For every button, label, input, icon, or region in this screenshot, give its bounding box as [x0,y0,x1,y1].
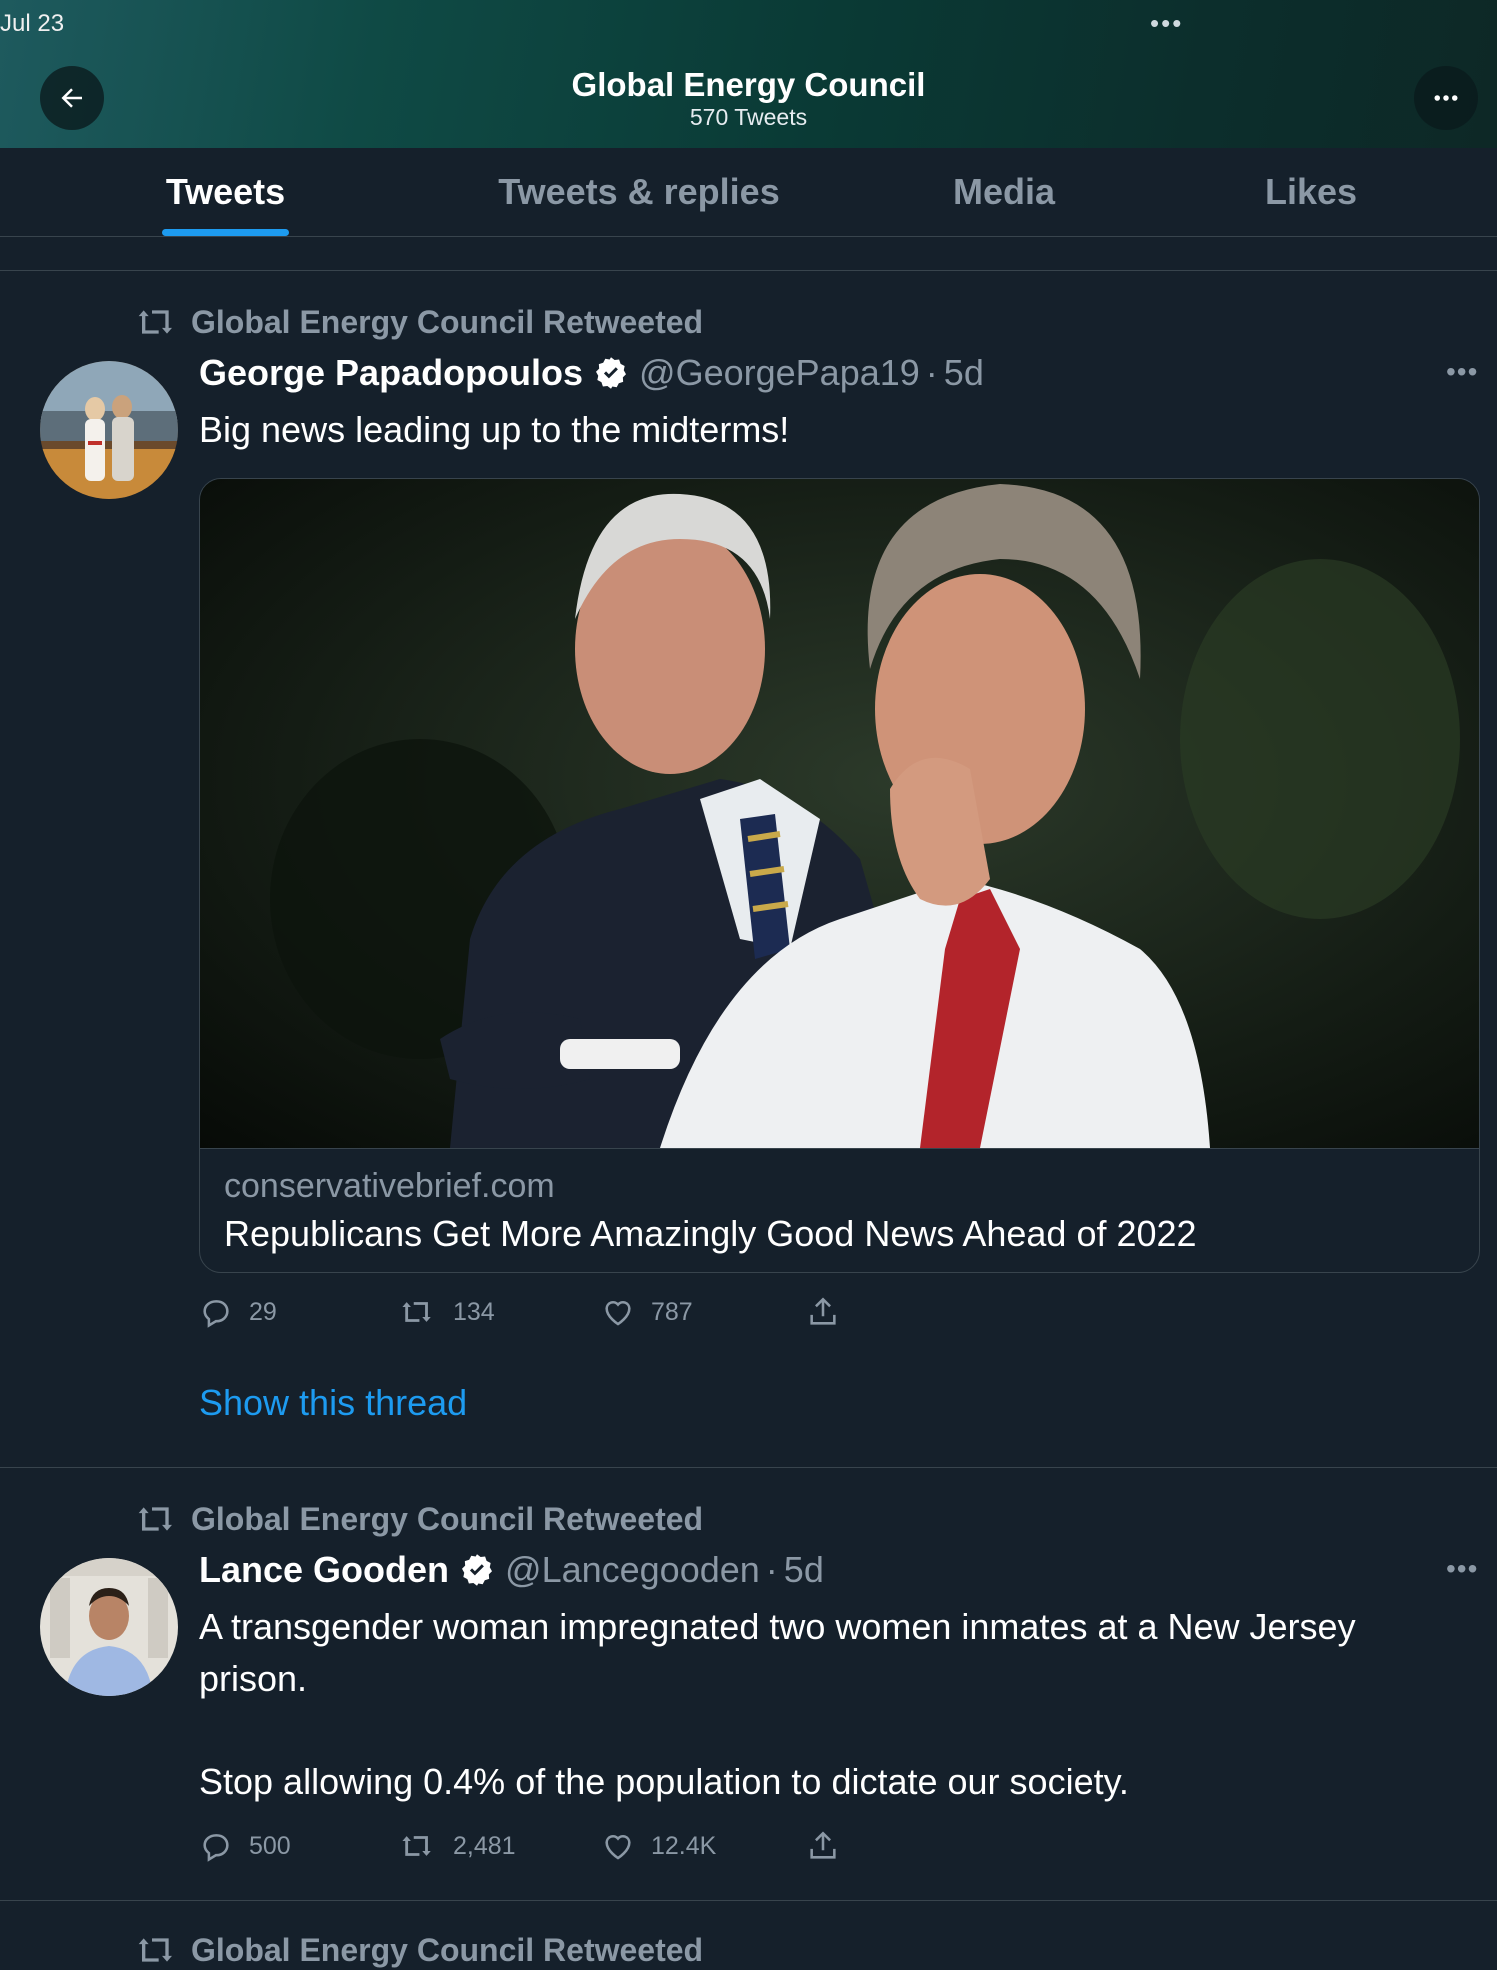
reply-button[interactable]: 29 [199,1295,399,1329]
tab-tweets[interactable]: Tweets [150,148,301,236]
tweet-author-row: Lance Gooden @Lancegooden · 5d [199,1549,824,1591]
retweet-context: Global Energy Council Retweeted [135,302,703,342]
profile-tabs: Tweets Tweets & replies Media Likes [0,148,1497,237]
retweet-label: Global Energy Council Retweeted [191,1500,704,1537]
tab-tweets-replies[interactable]: Tweets & replies [480,148,798,236]
author-handle[interactable]: @Lancegooden [505,1549,760,1591]
retweet-icon [138,310,172,334]
status-date: Jul 23 [0,10,65,37]
avatar[interactable] [40,1558,178,1696]
share-button[interactable] [806,1829,856,1863]
reply-icon [203,1300,229,1328]
tweet-text: Stop allowing 0.4% of the population to … [199,1761,1129,1802]
reply-count: 29 [249,1297,277,1326]
card-title: Republicans Get More Amazingly Good News… [224,1213,1197,1254]
like-count: 12.4K [651,1831,717,1860]
link-card[interactable]: conservativebrief.com Republicans Get Mo… [199,478,1480,1273]
profile-header: Jul 23 ••• Global Energy Council 570 Twe… [0,0,1497,148]
author-name[interactable]: George Papadopoulos [199,352,583,394]
separator-dot: · [925,352,938,393]
reply-button[interactable]: 500 [199,1829,399,1863]
reply-icon [203,1834,229,1862]
separator-dot: · [765,1549,778,1590]
divider [0,270,1497,271]
tweet-actions: 29 134 787 [199,1295,856,1329]
heart-icon [605,1300,631,1326]
tweet-time[interactable]: 5d [944,352,984,394]
avatar[interactable] [40,361,178,499]
tweet-more-icon[interactable]: ••• [1446,1553,1478,1585]
tweet-author-row: George Papadopoulos @GeorgePapa19 · 5d [199,352,984,394]
retweet-icon [402,1302,431,1322]
author-handle[interactable]: @GeorgePapa19 [639,352,920,394]
show-thread-link[interactable]: Show this thread [199,1382,467,1424]
retweet-button[interactable]: 134 [399,1295,601,1329]
tweet-more-icon[interactable]: ••• [1446,356,1478,388]
retweet-icon [138,1938,172,1962]
like-button[interactable]: 12.4K [601,1829,806,1863]
share-icon [810,1831,836,1859]
retweet-button[interactable]: 2,481 [399,1829,601,1863]
retweet-context: Global Energy Council Retweeted [135,1930,703,1970]
verified-badge-icon [596,357,627,389]
tab-media[interactable]: Media [930,148,1078,236]
share-icon [810,1297,836,1325]
divider [0,1900,1497,1901]
retweet-label: Global Energy Council Retweeted [191,1931,704,1968]
author-name[interactable]: Lance Gooden [199,1549,449,1591]
like-count: 787 [651,1297,693,1326]
like-button[interactable]: 787 [601,1295,806,1329]
retweet-context: Global Energy Council Retweeted [135,1499,703,1539]
tweet-text: prison. [199,1658,308,1699]
heart-icon [605,1834,631,1860]
share-button[interactable] [806,1295,856,1329]
active-tab-indicator [162,229,289,236]
retweet-count: 134 [453,1297,495,1326]
reply-count: 500 [249,1831,291,1860]
retweet-icon [138,1507,172,1531]
tweet-text: A transgender woman impregnated two wome… [199,1606,1356,1647]
tweet-time[interactable]: 5d [784,1549,824,1591]
tweet-count: 570 Tweets [689,104,808,130]
divider [0,1467,1497,1468]
card-image [200,479,1479,1149]
card-domain: conservativebrief.com [224,1167,555,1205]
tweet-text: Big news leading up to the midterms! [199,409,790,450]
tweet-actions: 500 2,481 12.4K [199,1829,856,1863]
multitask-dots[interactable]: ••• [1150,8,1183,39]
more-options-button[interactable] [1414,66,1478,130]
verified-badge-icon [462,1554,493,1586]
page-title: Global Energy Council [571,66,926,103]
retweet-label: Global Energy Council Retweeted [191,303,704,340]
retweet-count: 2,481 [453,1831,516,1860]
tab-likes[interactable]: Likes [1250,148,1372,236]
more-horizontal-icon [1434,95,1458,101]
retweet-icon [402,1836,431,1856]
